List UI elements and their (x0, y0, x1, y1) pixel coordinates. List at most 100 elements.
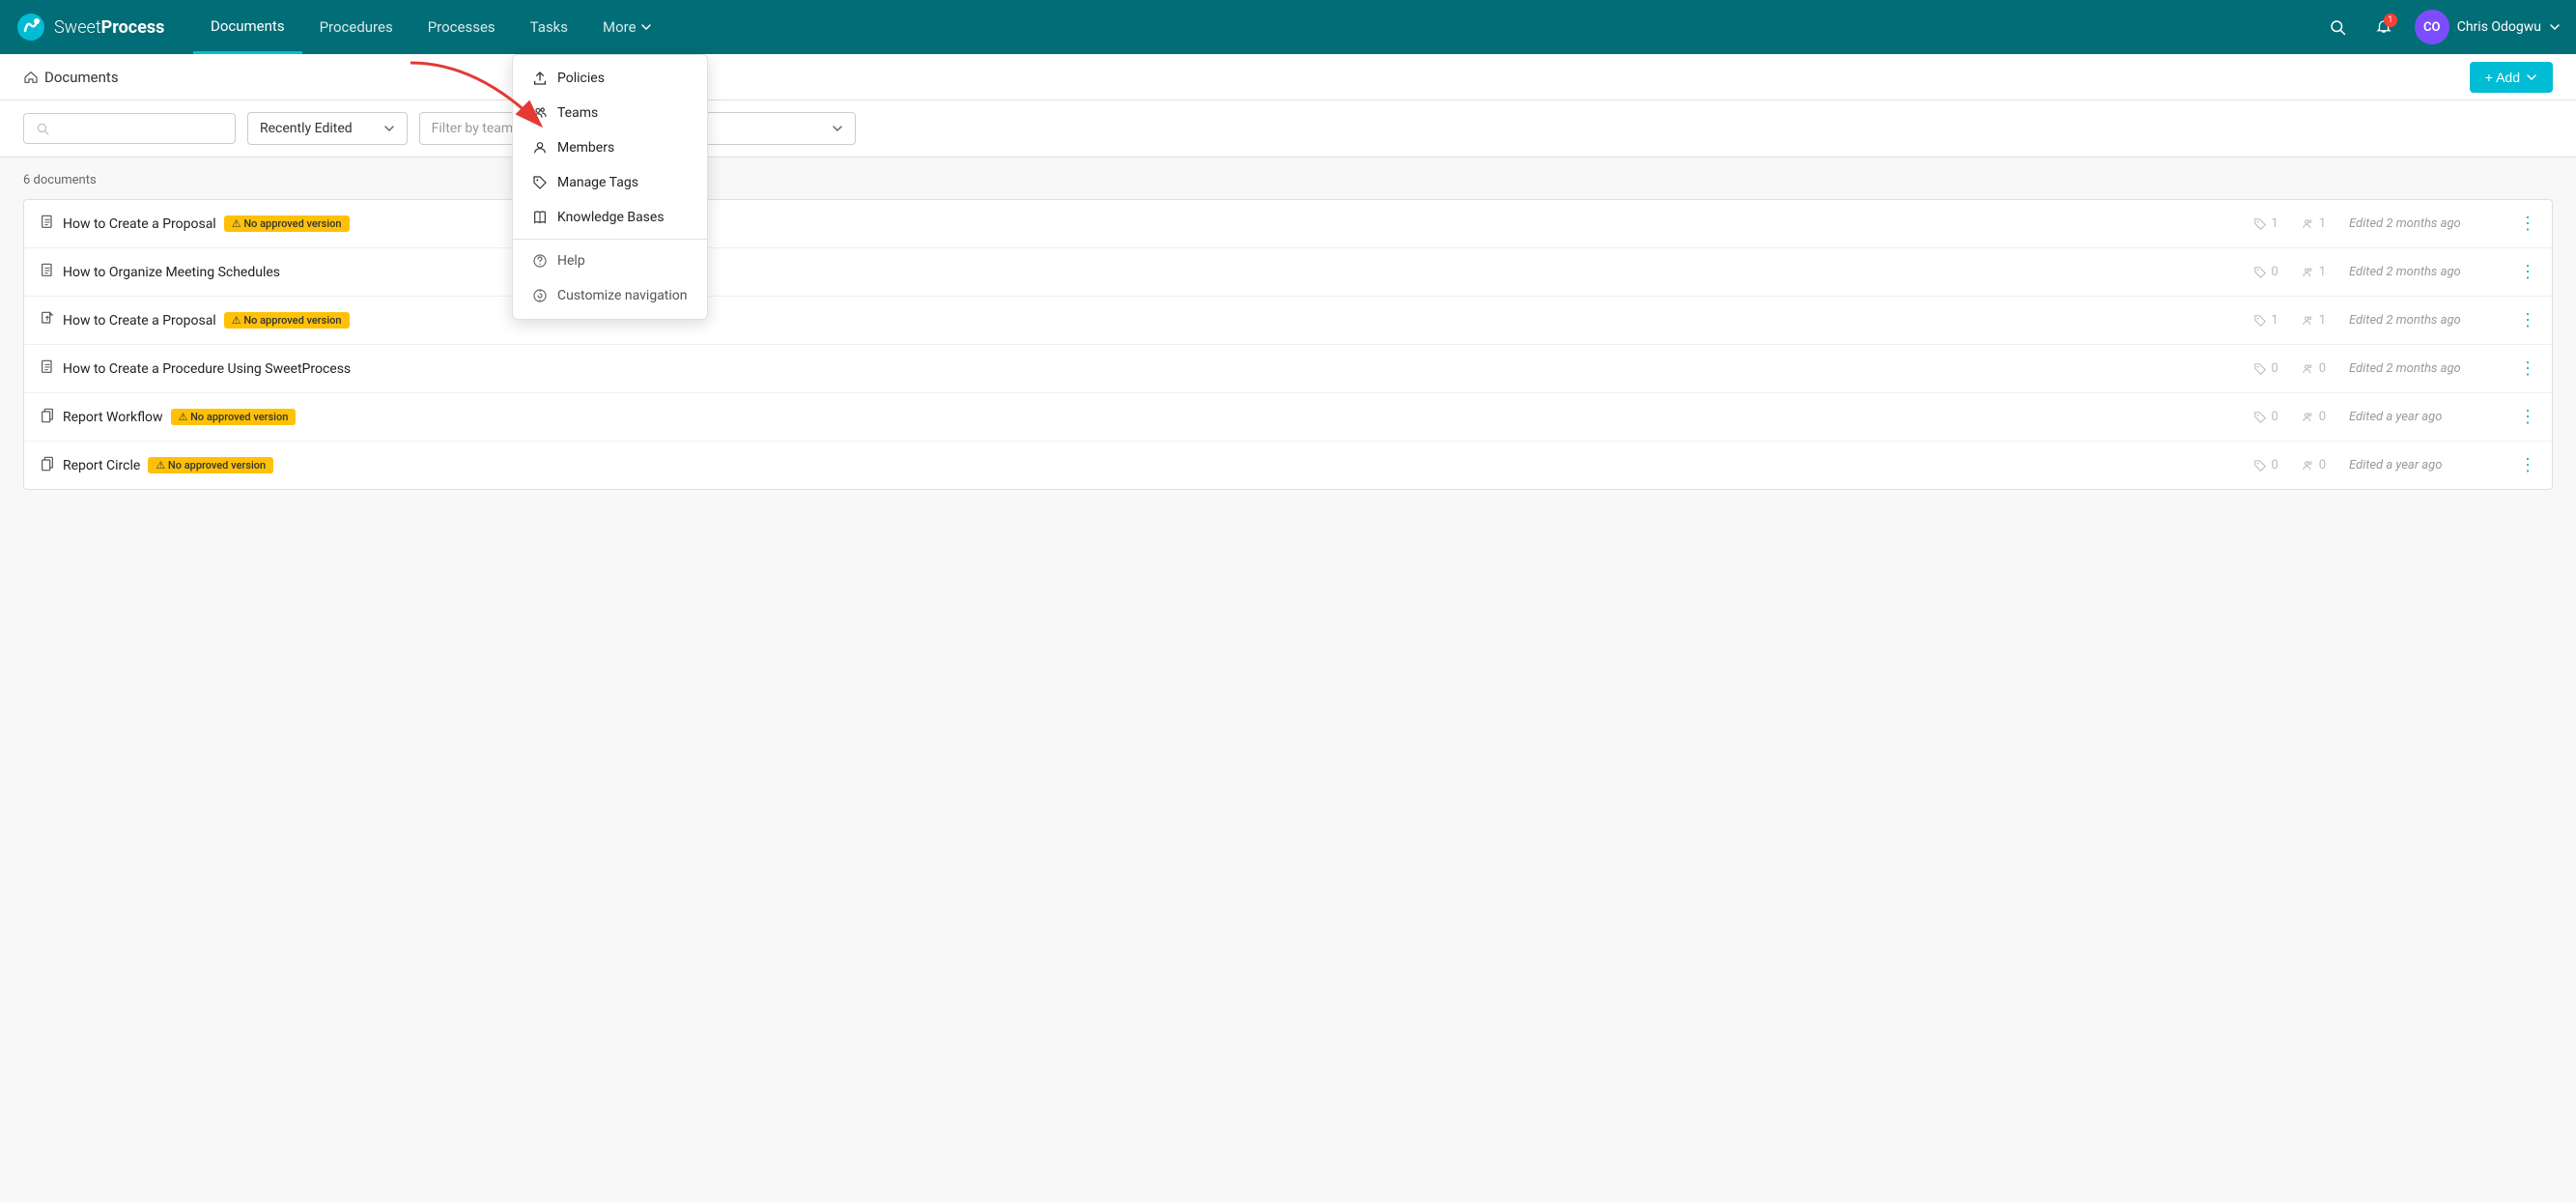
doc-actions-menu[interactable]: ⋮ (2507, 262, 2536, 282)
no-approved-badge: ⚠ No approved version (224, 215, 350, 232)
sort-select[interactable]: Recently Edited (247, 112, 408, 145)
doc-title: How to Create a Proposal ⚠ No approved v… (40, 215, 2253, 234)
nav-items: Documents Procedures Processes Tasks Mor… (193, 0, 2322, 54)
tag-count: 0 (2253, 361, 2278, 376)
avatar: CO (2415, 10, 2449, 44)
member-count: 0 (2302, 458, 2326, 473)
tag-meta-icon (2253, 362, 2267, 376)
table-row[interactable]: How to Create a Procedure Using SweetPro… (24, 345, 2552, 393)
dropdown-members[interactable]: Members (513, 130, 707, 165)
doc-title: How to Create a Procedure Using SweetPro… (40, 359, 2253, 379)
table-row[interactable]: Report Workflow ⚠ No approved version 0 … (24, 393, 2552, 442)
copy-icon (40, 408, 55, 423)
upload-document-icon (40, 311, 55, 327)
no-approved-badge: ⚠ No approved version (148, 457, 273, 473)
doc-icon (40, 456, 55, 475)
document-icon (40, 359, 55, 375)
doc-icon (40, 215, 55, 234)
nav-tasks[interactable]: Tasks (513, 0, 585, 54)
doc-meta: 1 1 Edited 2 months ago ⋮ (2253, 310, 2536, 330)
tag-count: 0 (2253, 458, 2278, 473)
document-list: How to Create a Proposal ⚠ No approved v… (23, 199, 2553, 490)
dropdown-divider (513, 239, 707, 240)
table-row[interactable]: Report Circle ⚠ No approved version 0 0 … (24, 442, 2552, 489)
doc-meta: 0 0 Edited 2 months ago ⋮ (2253, 358, 2536, 379)
nav-processes[interactable]: Processes (410, 0, 513, 54)
dropdown-manage-tags[interactable]: Manage Tags (513, 165, 707, 200)
notifications-button[interactable]: 1 (2368, 12, 2399, 43)
member-count: 0 (2302, 410, 2326, 424)
logo-text: SweetProcess (54, 17, 164, 38)
copy-icon (40, 456, 55, 472)
edited-time: Edited 2 months ago (2349, 265, 2484, 279)
breadcrumb-label: Documents (44, 69, 119, 86)
doc-actions-menu[interactable]: ⋮ (2507, 358, 2536, 379)
tag-meta-icon (2253, 314, 2267, 328)
nav-documents[interactable]: Documents (193, 0, 302, 54)
member-count: 0 (2302, 361, 2326, 376)
table-row[interactable]: How to Organize Meeting Schedules 0 1 Ed… (24, 248, 2552, 297)
search-button[interactable] (2322, 12, 2353, 43)
user-menu[interactable]: CO Chris Odogwu (2415, 10, 2561, 44)
tag-count: 1 (2253, 216, 2278, 231)
doc-actions-menu[interactable]: ⋮ (2507, 455, 2536, 475)
navbar: SweetProcess Documents Procedures Proces… (0, 0, 2576, 54)
document-count: 6 documents (23, 173, 2553, 187)
doc-title: How to Organize Meeting Schedules (40, 263, 2253, 282)
members-meta-icon (2302, 459, 2315, 473)
add-button[interactable]: + Add (2470, 62, 2553, 93)
edited-time: Edited 2 months ago (2349, 361, 2484, 376)
table-row[interactable]: How to Create a Proposal ⚠ No approved v… (24, 200, 2552, 248)
table-row[interactable]: How to Create a Proposal ⚠ No approved v… (24, 297, 2552, 345)
filter-chevron-icon (832, 123, 843, 134)
tag-icon (532, 175, 548, 190)
dropdown-customize-nav[interactable]: Customize navigation (513, 278, 707, 313)
dropdown-teams[interactable]: Teams (513, 96, 707, 130)
doc-actions-menu[interactable]: ⋮ (2507, 407, 2536, 427)
tag-meta-icon (2253, 266, 2267, 279)
doc-actions-menu[interactable]: ⋮ (2507, 214, 2536, 234)
tag-meta-icon (2253, 411, 2267, 424)
edited-time: Edited 2 months ago (2349, 216, 2484, 231)
search-input[interactable] (23, 113, 236, 144)
breadcrumb: Documents (23, 69, 119, 86)
teams-icon (532, 105, 548, 121)
doc-meta: 0 1 Edited 2 months ago ⋮ (2253, 262, 2536, 282)
doc-icon (40, 263, 55, 282)
nav-more[interactable]: More (585, 0, 669, 54)
doc-meta: 0 0 Edited a year ago ⋮ (2253, 407, 2536, 427)
nav-procedures[interactable]: Procedures (302, 0, 410, 54)
members-meta-icon (2302, 362, 2315, 376)
members-meta-icon (2302, 217, 2315, 231)
help-icon (532, 253, 548, 269)
tag-count: 0 (2253, 410, 2278, 424)
chevron-down-icon (640, 21, 652, 33)
member-count: 1 (2302, 265, 2326, 279)
dropdown-policies[interactable]: Policies (513, 61, 707, 96)
document-icon (40, 215, 55, 230)
no-approved-badge: ⚠ No approved version (171, 409, 297, 425)
filters-bar: Recently Edited Filter by team... Filter… (0, 100, 2576, 158)
home-icon (23, 70, 39, 85)
content-area: 6 documents How to Create a Proposal ⚠ N… (0, 158, 2576, 1203)
no-approved-badge: ⚠ No approved version (224, 312, 350, 329)
dropdown-help[interactable]: Help (513, 243, 707, 278)
username: Chris Odogwu (2457, 19, 2541, 35)
edited-time: Edited a year ago (2349, 458, 2484, 473)
logo-icon (15, 12, 46, 43)
doc-icon (40, 359, 55, 379)
edited-time: Edited 2 months ago (2349, 313, 2484, 328)
tag-count: 1 (2253, 313, 2278, 328)
dropdown-knowledge-bases[interactable]: Knowledge Bases (513, 200, 707, 235)
chevron-down-icon (2526, 72, 2537, 83)
member-count: 1 (2302, 313, 2326, 328)
member-count: 1 (2302, 216, 2326, 231)
sort-chevron-icon (383, 123, 395, 134)
members-meta-icon (2302, 266, 2315, 279)
doc-title: Report Workflow ⚠ No approved version (40, 408, 2253, 427)
doc-actions-menu[interactable]: ⋮ (2507, 310, 2536, 330)
person-icon (532, 140, 548, 156)
members-meta-icon (2302, 314, 2315, 328)
breadcrumb-bar: Documents + Add (0, 54, 2576, 100)
logo[interactable]: SweetProcess (15, 12, 170, 43)
